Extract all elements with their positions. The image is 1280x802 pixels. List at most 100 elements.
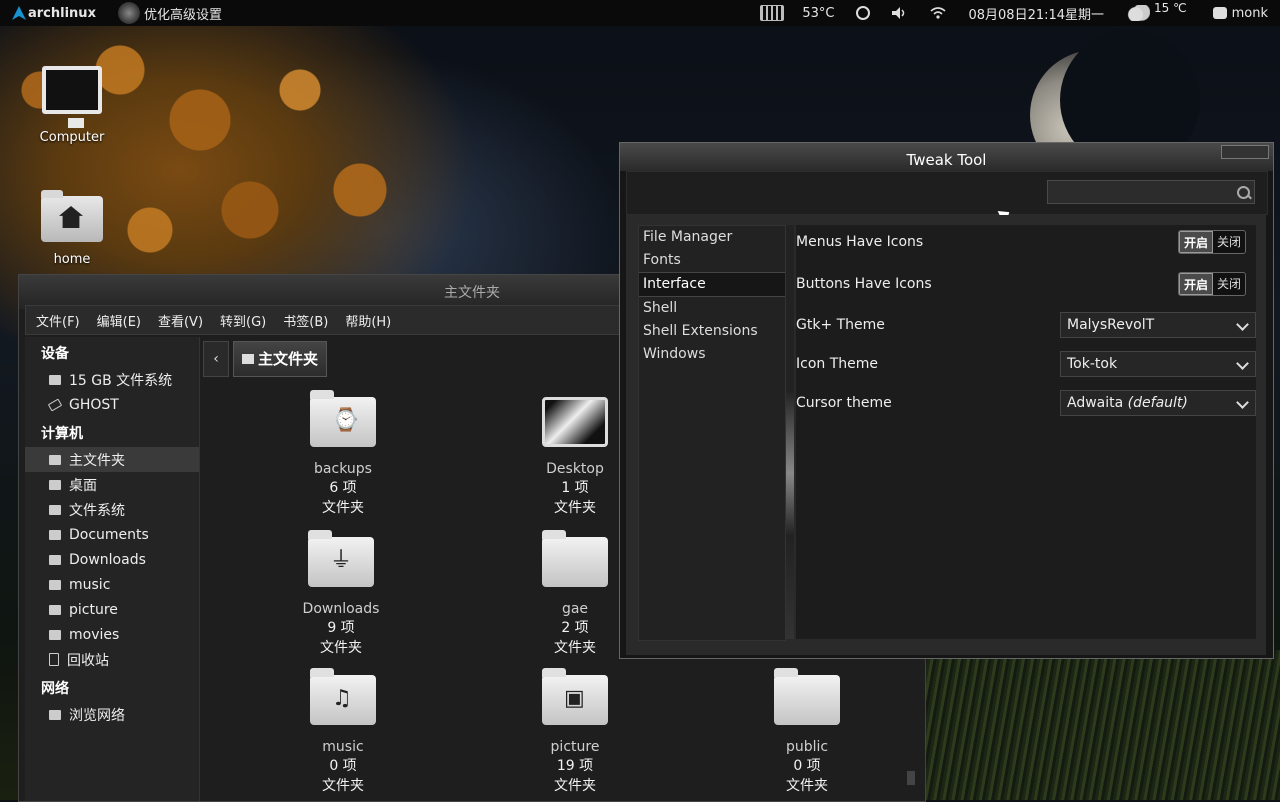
weather-temp[interactable]: 15 ℃ [1154, 1, 1187, 15]
fm-scrollbar[interactable] [907, 771, 915, 785]
volume-icon[interactable] [892, 7, 906, 19]
file-name: gae [561, 601, 589, 617]
folder-icon [49, 604, 61, 615]
file-item-gae[interactable]: gae 2 项 文件夹 [515, 530, 635, 657]
chevron-down-icon [1236, 357, 1249, 370]
file-type: 文件夹 [786, 778, 828, 794]
file-count: 0 项 [329, 758, 357, 774]
tweak-tool-app-icon [117, 2, 140, 24]
sidebar-item-filesystem-15gb[interactable]: 15 GB 文件系统 [25, 367, 199, 392]
app-menu[interactable]: 优化高级设置 [96, 0, 222, 26]
category-windows[interactable]: Windows [639, 343, 785, 366]
sidebar-item-music[interactable]: music [25, 572, 199, 597]
desktop-icon-label: Computer [39, 130, 105, 145]
sidebar-item-ghost[interactable]: GHOST [25, 392, 199, 417]
sidebar-item-documents[interactable]: Documents [25, 522, 199, 547]
file-name: backups [314, 461, 372, 477]
sidebar-item-label: 回收站 [67, 652, 109, 669]
sidebar-item-label: 15 GB 文件系统 [69, 372, 173, 389]
menu-file[interactable]: 文件(F) [26, 311, 87, 330]
tweak-body: File Manager Fonts Interface Shell Shell… [626, 215, 1266, 655]
sidebar-item-movies[interactable]: movies [25, 622, 199, 647]
fm-menubar: 文件(F) 编辑(E) 查看(V) 转到(G) 书签(B) 帮助(H) [25, 305, 627, 335]
accessibility-icon[interactable] [856, 6, 871, 20]
drive-icon [49, 374, 61, 385]
file-item-music[interactable]: ♫ music 0 项 文件夹 [283, 668, 403, 795]
category-file-manager[interactable]: File Manager [639, 226, 785, 249]
file-count: 1 项 [561, 480, 589, 496]
toggle-on[interactable]: 开启 [1179, 273, 1214, 295]
path-button-home[interactable]: 主文件夹 [233, 341, 328, 377]
file-item-downloads[interactable]: ⏚ Downloads 9 项 文件夹 [281, 530, 401, 657]
setting-label: Buttons Have Icons [796, 276, 932, 292]
cursor-theme-dropdown[interactable]: Adwaita (default) [1060, 390, 1256, 416]
sidebar-item-trash[interactable]: 回收站 [25, 647, 199, 672]
category-interface[interactable]: Interface [639, 272, 785, 297]
sidebar-item-label: picture [69, 601, 118, 618]
category-list: File Manager Fonts Interface Shell Shell… [638, 225, 786, 641]
menus-icons-toggle[interactable]: 开启 关闭 [1178, 230, 1247, 254]
trash-icon [49, 653, 59, 666]
tweak-tool-window: Tweak Tool File Manager Fonts Interface … [619, 142, 1274, 659]
cloud-weather-icon[interactable] [1126, 5, 1151, 21]
file-item-backups[interactable]: ⌚ backups 6 项 文件夹 [283, 390, 403, 517]
desktop-icon-home[interactable]: home [22, 190, 122, 267]
top-panel: archlinux 优化高级设置 53°C 08月08日21:14星期一 15 … [0, 0, 1280, 26]
sidebar-item-home[interactable]: 主文件夹 [25, 447, 199, 472]
setting-cursor-theme: Cursor theme Adwaita (default) [796, 388, 1256, 418]
category-shell-extensions[interactable]: Shell Extensions [639, 320, 785, 343]
folder-icon [49, 554, 61, 565]
icon-theme-dropdown[interactable]: Tok-tok [1060, 351, 1256, 377]
maximize-button[interactable] [1221, 145, 1269, 159]
folder-icon [49, 529, 61, 540]
activities-button[interactable]: archlinux [0, 0, 96, 26]
gtk-theme-dropdown[interactable]: MalysRevolT [1060, 312, 1256, 338]
panel-status-area: 53°C 08月08日21:14星期一 15 ℃ monk [760, 0, 1280, 26]
cpu-temp[interactable]: 53°C [802, 6, 834, 21]
desktop-icon-computer[interactable]: Computer [22, 66, 122, 145]
file-name: music [322, 739, 364, 755]
keyboard-icon[interactable] [760, 5, 785, 21]
clock[interactable]: 08月08日21:14星期一 [968, 4, 1104, 23]
file-item-picture[interactable]: ▣ picture 19 项 文件夹 [515, 668, 635, 795]
search-input[interactable] [1047, 180, 1255, 204]
chat-status-icon[interactable] [1212, 7, 1227, 19]
sidebar-item-downloads[interactable]: Downloads [25, 547, 199, 572]
file-name: picture [550, 739, 600, 755]
file-count: 6 项 [329, 480, 357, 496]
toggle-off[interactable]: 关闭 [1213, 231, 1245, 253]
sidebar-item-filesystem[interactable]: 文件系统 [25, 497, 199, 522]
sidebar-item-desktop[interactable]: 桌面 [25, 472, 199, 497]
menu-help[interactable]: 帮助(H) [335, 311, 398, 330]
tweak-titlebar[interactable]: Tweak Tool [620, 143, 1273, 171]
sidebar-item-picture[interactable]: picture [25, 597, 199, 622]
setting-icon-theme: Icon Theme Tok-tok [796, 349, 1256, 379]
setting-label: Gtk+ Theme [796, 317, 885, 333]
sidebar-item-label: 桌面 [69, 477, 97, 494]
desktop-icon-label: home [53, 252, 91, 267]
sidebar-item-browse-network[interactable]: 浏览网络 [25, 702, 199, 727]
fm-pathbar: ‹ 主文件夹 [203, 337, 623, 381]
setting-label: Icon Theme [796, 356, 879, 372]
file-count: 19 项 [556, 758, 594, 774]
back-button[interactable]: ‹ [203, 341, 229, 377]
file-name: public [785, 739, 829, 755]
setting-label: Cursor theme [796, 395, 892, 411]
buttons-icons-toggle[interactable]: 开启 关闭 [1178, 272, 1247, 296]
menu-bookmarks[interactable]: 书签(B) [273, 311, 335, 330]
file-item-public[interactable]: public 0 项 文件夹 [747, 668, 867, 795]
category-fonts[interactable]: Fonts [639, 249, 785, 272]
category-shell[interactable]: Shell [639, 297, 785, 320]
category-scrollbar[interactable] [786, 225, 794, 639]
wifi-icon[interactable] [930, 7, 947, 19]
setting-gtk-theme: Gtk+ Theme MalysRevolT [796, 310, 1256, 340]
file-count: 2 项 [561, 620, 589, 636]
toggle-off[interactable]: 关闭 [1213, 273, 1245, 295]
user-menu[interactable]: monk [1232, 6, 1268, 21]
setting-menus-have-icons: Menus Have Icons 开启 关闭 [796, 227, 1256, 257]
menu-go[interactable]: 转到(G) [210, 311, 273, 330]
toggle-on[interactable]: 开启 [1179, 231, 1214, 253]
file-item-desktop[interactable]: Desktop 1 项 文件夹 [515, 397, 635, 517]
menu-view[interactable]: 查看(V) [148, 311, 210, 330]
menu-edit[interactable]: 编辑(E) [87, 311, 148, 330]
